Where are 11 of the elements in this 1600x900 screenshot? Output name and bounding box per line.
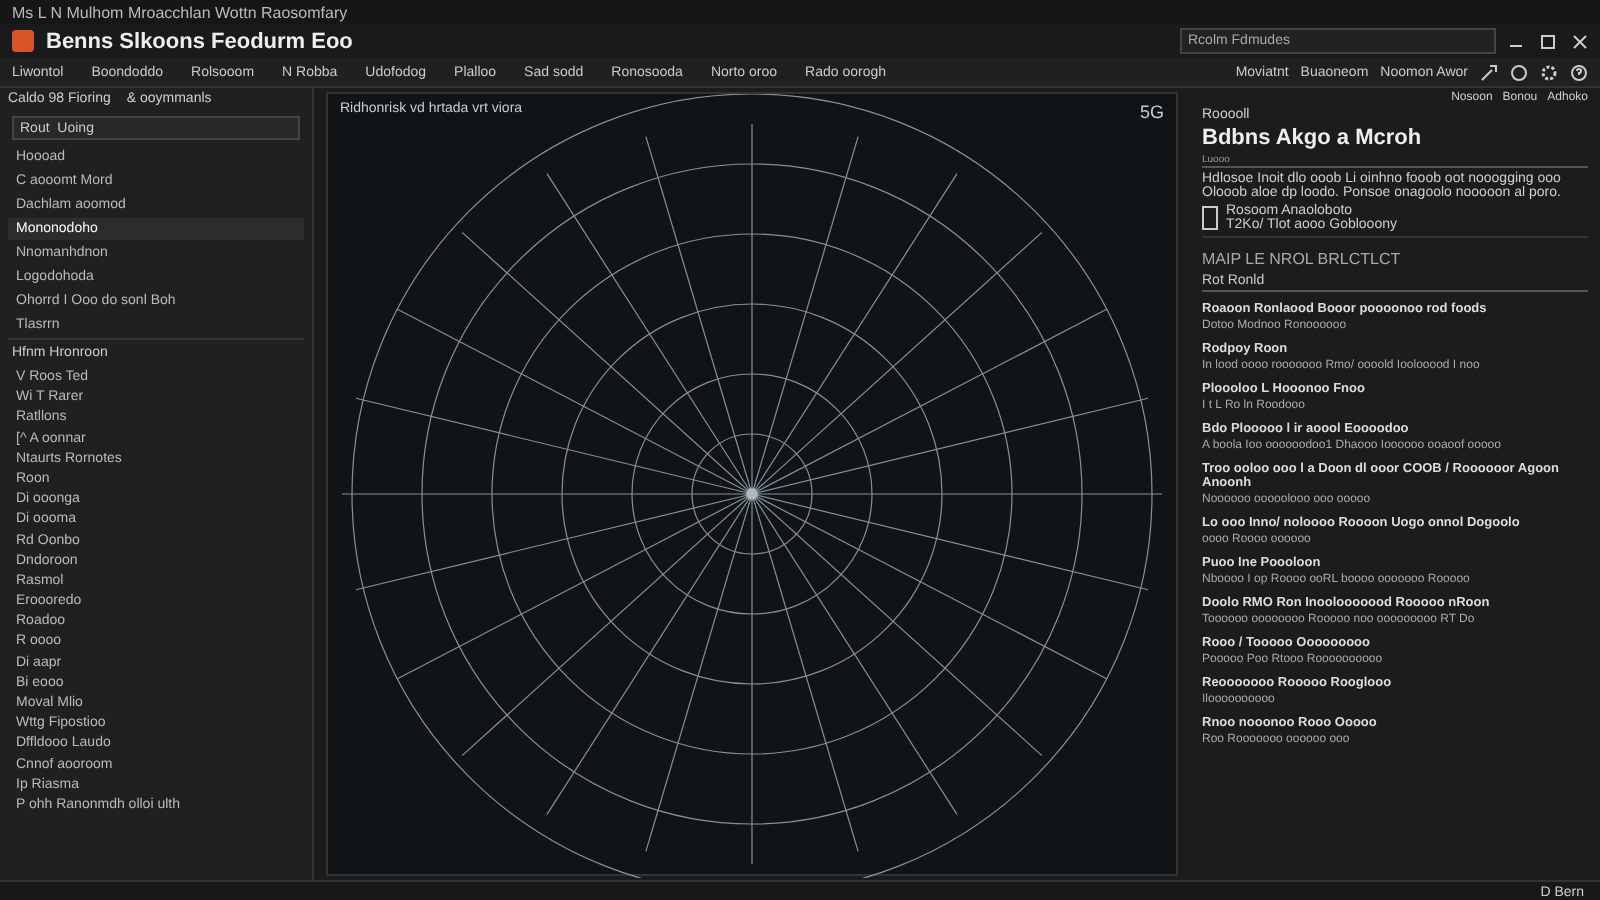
settings-icon[interactable] bbox=[1540, 63, 1558, 81]
panel-title: Bdbns Akgo a Mcroh bbox=[1202, 126, 1424, 150]
app-logo-icon bbox=[12, 30, 34, 52]
window-title: Benns Slkoons Feodurm Eoo bbox=[46, 29, 353, 53]
maximize-icon[interactable] bbox=[1540, 33, 1556, 49]
section-heading: MAIP LE NROL BRLCTLCT bbox=[1202, 236, 1588, 268]
window-caption: Ms L N Mulhom Mroacchlan Wottn Raosomfary bbox=[0, 0, 1600, 24]
canvas-label: 5G bbox=[1139, 102, 1164, 122]
close-icon[interactable] bbox=[1572, 33, 1588, 49]
help-icon[interactable] bbox=[1570, 63, 1588, 81]
document-icon bbox=[1202, 206, 1218, 230]
